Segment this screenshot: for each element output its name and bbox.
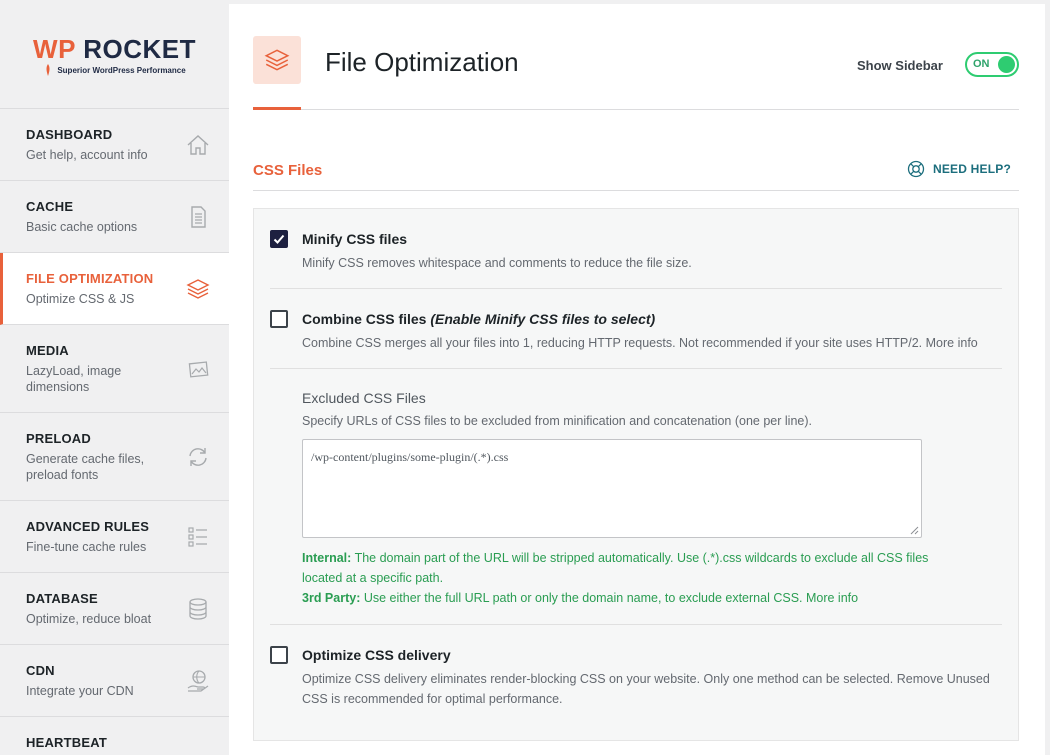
sidebar-item-desc: Basic cache options — [26, 219, 138, 234]
option-minify-css: Minify CSS files Minify CSS removes whit… — [270, 229, 1002, 289]
refresh-icon — [189, 447, 207, 466]
sidebar-item-media[interactable]: MEDIA LazyLoad, image dimensions — [0, 325, 229, 413]
combine-css-title: Combine CSS files (Enable Minify CSS fil… — [302, 311, 655, 327]
sidebar-item-dashboard[interactable]: DASHBOARD Get help, account info — [0, 109, 229, 181]
main-panel: File Optimization Show Sidebar ON CSS Fi… — [229, 4, 1045, 755]
note-third-party-text: Use either the full URL path or only the… — [363, 591, 859, 605]
section-title: CSS Files — [253, 162, 323, 179]
database-icon — [189, 597, 207, 620]
toggle-knob — [998, 56, 1015, 73]
combine-css-title-text: Combine CSS files — [302, 311, 427, 327]
images-icon — [188, 360, 209, 378]
sidebar-item-desc: Optimize CSS & JS — [26, 291, 135, 306]
need-help-label: NEED HELP? — [932, 162, 1011, 176]
sidebar-item-title: CDN — [26, 662, 55, 678]
page-title: File Optimization — [325, 47, 519, 77]
note-internal-label: Internal: — [302, 551, 352, 565]
excluded-css-desc: Specify URLs of CSS files to be excluded… — [302, 414, 812, 428]
divider — [270, 624, 1002, 625]
sidebar-item-preload[interactable]: PRELOAD Generate cache files, preload fo… — [0, 413, 229, 501]
heart-icon — [185, 750, 211, 755]
show-sidebar-toggle[interactable]: ON — [965, 52, 1019, 77]
sidebar-item-database[interactable]: DATABASE Optimize, reduce bloat — [0, 573, 229, 645]
sidebar-item-desc: Integrate your CDN — [26, 683, 134, 698]
excluded-css-textarea[interactable]: /wp-content/plugins/some-plugin/(.*).css — [302, 439, 922, 538]
sidebar-item-title: PRELOAD — [26, 430, 91, 446]
wp-rocket-logo[interactable]: WP ROCKET Superior WordPress Performance — [0, 0, 229, 109]
sidebar-item-title: ADVANCED RULES — [26, 518, 150, 534]
document-icon — [191, 205, 206, 228]
home-icon — [187, 134, 209, 155]
header-accent-underline — [253, 107, 301, 110]
lifebuoy-icon — [907, 160, 925, 178]
option-optimize-css-delivery: Optimize CSS delivery Optimize CSS deliv… — [270, 645, 1002, 725]
note-internal-text: The domain part of the URL will be strip… — [302, 551, 929, 585]
layers-icon — [264, 49, 290, 71]
sidebar-item-title: FILE OPTIMIZATION — [26, 270, 154, 286]
sidebar-item-title: HEARTBEAT — [26, 735, 107, 750]
layers-icon — [186, 278, 210, 299]
optimize-css-delivery-desc: Optimize CSS delivery eliminates render-… — [302, 672, 990, 706]
excluded-css-label: Excluded CSS Files — [302, 390, 426, 406]
page-icon-box — [253, 36, 301, 84]
sidebar-item-desc: LazyLoad, image dimensions — [26, 363, 122, 394]
logo-rocket: ROCKET — [83, 34, 196, 64]
sidebar-item-title: DATABASE — [26, 590, 98, 606]
divider — [270, 368, 1002, 369]
optimize-css-delivery-checkbox[interactable] — [270, 646, 288, 664]
combine-css-checkbox[interactable] — [270, 310, 288, 328]
combine-css-desc: Combine CSS merges all your files into 1… — [302, 336, 978, 350]
rocket-flame-icon — [46, 64, 50, 76]
sidebar-item-title: DASHBOARD — [26, 126, 113, 142]
sidebar-item-cdn[interactable]: CDN Integrate your CDN — [0, 645, 229, 717]
logo-wp: WP — [33, 34, 76, 64]
minify-css-desc: Minify CSS removes whitespace and commen… — [302, 256, 692, 270]
show-sidebar-label: Show Sidebar — [857, 58, 943, 73]
combine-css-title-note: (Enable Minify CSS files to select) — [430, 311, 656, 327]
toggle-state-text: ON — [973, 58, 990, 70]
page-header: File Optimization Show Sidebar ON — [253, 4, 1019, 110]
css-options-card: Minify CSS files Minify CSS removes whit… — [253, 208, 1019, 741]
sidebar-item-desc: Fine-tune cache rules — [26, 539, 147, 554]
minify-css-title: Minify CSS files — [302, 231, 408, 247]
list-icon — [188, 526, 207, 547]
divider — [270, 288, 1002, 289]
logo-tagline: Superior WordPress Performance — [57, 66, 186, 75]
excluded-css-note: Internal: The domain part of the URL wil… — [302, 548, 942, 608]
minify-css-checkbox[interactable] — [270, 230, 288, 248]
sidebar-item-heartbeat[interactable]: HEARTBEAT — [0, 717, 229, 755]
note-third-party-label: 3rd Party: — [302, 591, 361, 605]
option-combine-css: Combine CSS files (Enable Minify CSS fil… — [270, 309, 1002, 369]
resize-grip-icon[interactable] — [910, 526, 919, 535]
need-help-button[interactable]: NEED HELP? — [907, 160, 1011, 178]
sidebar: WP ROCKET Superior WordPress Performance… — [0, 0, 229, 755]
sidebar-item-desc: Optimize, reduce bloat — [26, 611, 152, 626]
sidebar-item-title: CACHE — [26, 198, 74, 214]
section-header: CSS Files NEED HELP? — [253, 152, 1019, 191]
globe-hand-icon — [187, 669, 209, 692]
sidebar-item-advanced-rules[interactable]: ADVANCED RULES Fine-tune cache rules — [0, 501, 229, 573]
checkmark-icon — [273, 234, 285, 244]
sidebar-item-file-optimization[interactable]: FILE OPTIMIZATION Optimize CSS & JS — [0, 253, 229, 325]
optimize-css-delivery-title: Optimize CSS delivery — [302, 647, 451, 663]
sidebar-item-cache[interactable]: CACHE Basic cache options — [0, 181, 229, 253]
sidebar-item-desc: Get help, account info — [26, 147, 148, 162]
sidebar-item-title: MEDIA — [26, 342, 69, 358]
sidebar-item-desc: Generate cache files, preload fonts — [26, 451, 145, 482]
